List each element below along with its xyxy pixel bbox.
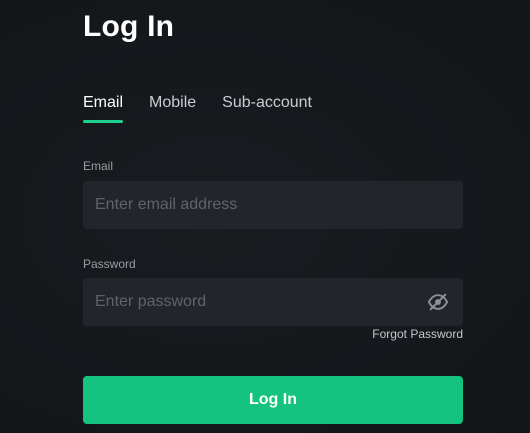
password-label: Password: [83, 257, 136, 271]
tab-mobile-label: Mobile: [149, 94, 197, 111]
email-label: Email: [83, 159, 114, 173]
tab-email[interactable]: Email: [83, 92, 124, 124]
tab-mobile[interactable]: Mobile: [149, 92, 196, 124]
password-field-container: [83, 278, 463, 326]
page-title: Log In: [83, 10, 175, 43]
tab-sub-account[interactable]: Sub-account: [222, 92, 312, 124]
email-input[interactable]: [83, 181, 463, 229]
login-page: Log In Email Mobile Sub-account Email Pa…: [0, 0, 530, 433]
tab-sub-account-label: Sub-account: [222, 94, 312, 111]
forgot-password-link[interactable]: Forgot Password: [372, 327, 463, 341]
tab-email-label: Email: [83, 94, 124, 111]
login-method-tabs: Email Mobile Sub-account: [83, 92, 312, 124]
email-field-container: [83, 181, 463, 229]
active-tab-indicator: [83, 120, 124, 123]
eye-slash-icon[interactable]: [427, 292, 449, 312]
login-button[interactable]: Log In: [83, 376, 463, 424]
password-input[interactable]: [83, 278, 463, 326]
